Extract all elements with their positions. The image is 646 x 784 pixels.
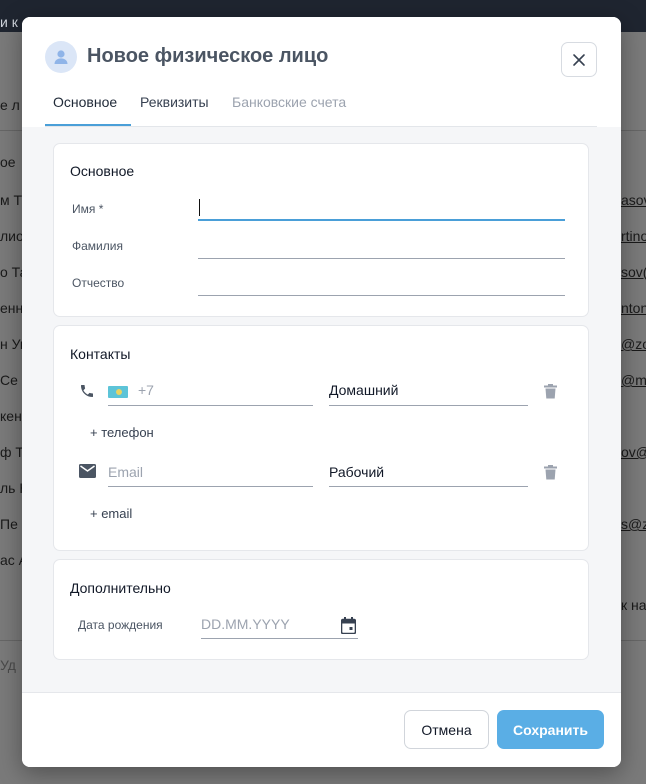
phone-prefix[interactable]: +7	[138, 382, 154, 398]
background-text: rtino	[621, 228, 646, 244]
background-text: кен	[0, 408, 22, 424]
background-text: н Уи	[0, 336, 22, 352]
background-topbar-text: и к	[0, 14, 18, 30]
background-text: ль К	[0, 480, 22, 496]
background-text: sov(	[621, 264, 646, 280]
background-text: ое	[0, 154, 16, 170]
calendar-button[interactable]	[340, 616, 357, 634]
background-text: м Т	[0, 192, 22, 208]
tab-main[interactable]: Основное	[53, 94, 117, 110]
phone-icon	[78, 382, 96, 400]
tab-requisites[interactable]: Реквизиты	[140, 94, 209, 110]
background-text: к на	[621, 597, 646, 613]
background-text: Уд	[0, 657, 16, 673]
middle-name-label: Отчество	[72, 276, 125, 290]
background-text: Се	[0, 372, 18, 388]
main-section-title: Основное	[70, 163, 135, 179]
phone-type-select[interactable]: Домашний	[329, 382, 398, 398]
background-text: лио	[0, 228, 22, 244]
person-icon	[45, 41, 77, 73]
background-text: @zo	[621, 336, 646, 352]
background-divider	[0, 130, 22, 131]
background-text: ас А	[0, 552, 22, 568]
new-individual-dialog: Новое физическое лицо Основное Реквизиты…	[22, 17, 621, 767]
background-text: @m	[621, 372, 646, 388]
add-email-button[interactable]: + email	[90, 506, 132, 521]
calendar-icon	[341, 616, 356, 634]
background-divider	[0, 640, 22, 641]
active-tab-indicator	[45, 124, 131, 126]
close-icon	[573, 53, 585, 66]
email-type-underline	[329, 486, 528, 487]
save-button[interactable]: Сохранить	[497, 710, 604, 749]
contacts-section-card: Контакты +7 Домашний + телефон Email Раб…	[53, 325, 589, 551]
birthdate-input[interactable]: DD.MM.YYYY	[201, 616, 290, 632]
delete-email-button[interactable]	[542, 463, 558, 481]
birthdate-underline	[201, 638, 358, 639]
background-text: nton	[621, 300, 646, 316]
last-name-label: Фамилия	[72, 239, 123, 253]
dialog-title: Новое физическое лицо	[87, 45, 329, 67]
background-text: asov	[621, 192, 646, 208]
close-button[interactable]	[561, 42, 597, 77]
text-cursor	[199, 199, 200, 216]
background-text: е л	[0, 97, 20, 113]
background-divider	[621, 130, 646, 131]
additional-section-title: Дополнительно	[70, 580, 171, 596]
background-text: о Та	[0, 264, 22, 280]
email-type-select[interactable]: Рабочий	[329, 464, 384, 480]
delete-phone-button[interactable]	[542, 382, 558, 400]
phone-input[interactable]	[108, 405, 313, 406]
background-text: s@z	[621, 516, 646, 532]
email-input-underline	[108, 486, 313, 487]
kazakhstan-flag-icon[interactable]	[108, 386, 128, 398]
background-divider	[621, 640, 646, 641]
cancel-button[interactable]: Отмена	[404, 710, 489, 749]
last-name-input[interactable]	[198, 237, 565, 259]
background-text: Пе	[0, 516, 18, 532]
email-input[interactable]: Email	[108, 464, 143, 480]
mail-icon	[78, 462, 96, 480]
add-phone-button[interactable]: + телефон	[90, 425, 154, 440]
phone-type-underline	[329, 405, 528, 406]
background-text: енна	[0, 300, 22, 316]
birthdate-label: Дата рождения	[78, 618, 163, 632]
first-name-input[interactable]	[198, 199, 565, 221]
dialog-tabs: Основное Реквизиты Банковские счета	[45, 91, 597, 127]
background-text: ov@	[621, 444, 646, 460]
trash-icon	[543, 383, 557, 398]
middle-name-input[interactable]	[198, 274, 565, 296]
main-section-card: Основное Имя * Фамилия Отчество	[53, 143, 589, 317]
dialog-header: Новое физическое лицо Основное Реквизиты…	[22, 17, 621, 127]
tab-bank-accounts[interactable]: Банковские счета	[232, 94, 346, 110]
background-text: ф Т	[0, 444, 22, 460]
dialog-footer: Отмена Сохранить	[22, 692, 621, 767]
contacts-section-title: Контакты	[70, 346, 131, 362]
first-name-label: Имя *	[72, 202, 104, 216]
trash-icon	[543, 464, 557, 479]
additional-section-card: Дополнительно Дата рождения DD.MM.YYYY	[53, 559, 589, 660]
